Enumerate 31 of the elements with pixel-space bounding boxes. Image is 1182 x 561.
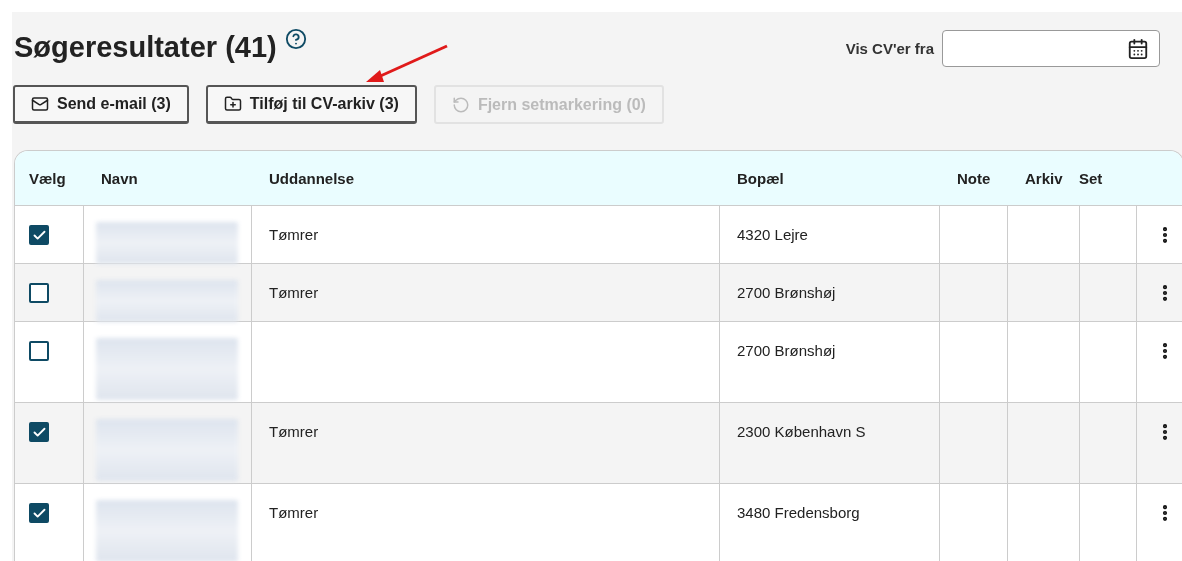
action-button[interactable]: Tilføj til CV-arkiv (3)	[205, 85, 417, 124]
action-button[interactable]: Send e-mail (3)	[13, 85, 189, 124]
help-icon[interactable]	[284, 28, 307, 50]
undo-icon	[451, 95, 470, 114]
column-header: Uddannelse	[268, 169, 355, 187]
row-checkbox[interactable]	[29, 341, 49, 361]
mail-icon	[31, 95, 49, 113]
table-cell: Tømrer	[269, 423, 319, 440]
row-checkbox[interactable]	[29, 422, 49, 442]
table-cell: 3480 Fredensborg	[737, 504, 860, 521]
row-checkbox[interactable]	[29, 283, 49, 303]
table-cell: 2700 Brønshøj	[737, 284, 836, 301]
folder-plus-icon	[223, 95, 242, 113]
page-title: Søgeresultater (41)	[14, 30, 277, 65]
date-filter-label: Vis CV'er fra	[845, 40, 934, 57]
column-header: Note	[956, 169, 991, 187]
column-header: Bopæl	[736, 169, 784, 187]
calendar-icon[interactable]	[1127, 37, 1149, 60]
column-header: Vælg	[28, 169, 66, 187]
table-cell: 4320 Lejre	[737, 226, 808, 243]
column-header: Arkiv	[1024, 169, 1063, 187]
column-header: Navn	[100, 169, 138, 187]
table-cell: Tømrer	[269, 226, 319, 243]
table-cell: 2300 København S	[737, 423, 866, 440]
table-cell: Tømrer	[269, 284, 319, 301]
row-checkbox[interactable]	[29, 503, 49, 523]
table-cell: 2700 Brønshøj	[737, 342, 836, 359]
date-field[interactable]	[942, 30, 1160, 67]
column-header: Set	[1079, 169, 1103, 187]
row-checkbox[interactable]	[29, 225, 49, 245]
table-cell: Tømrer	[269, 504, 319, 521]
